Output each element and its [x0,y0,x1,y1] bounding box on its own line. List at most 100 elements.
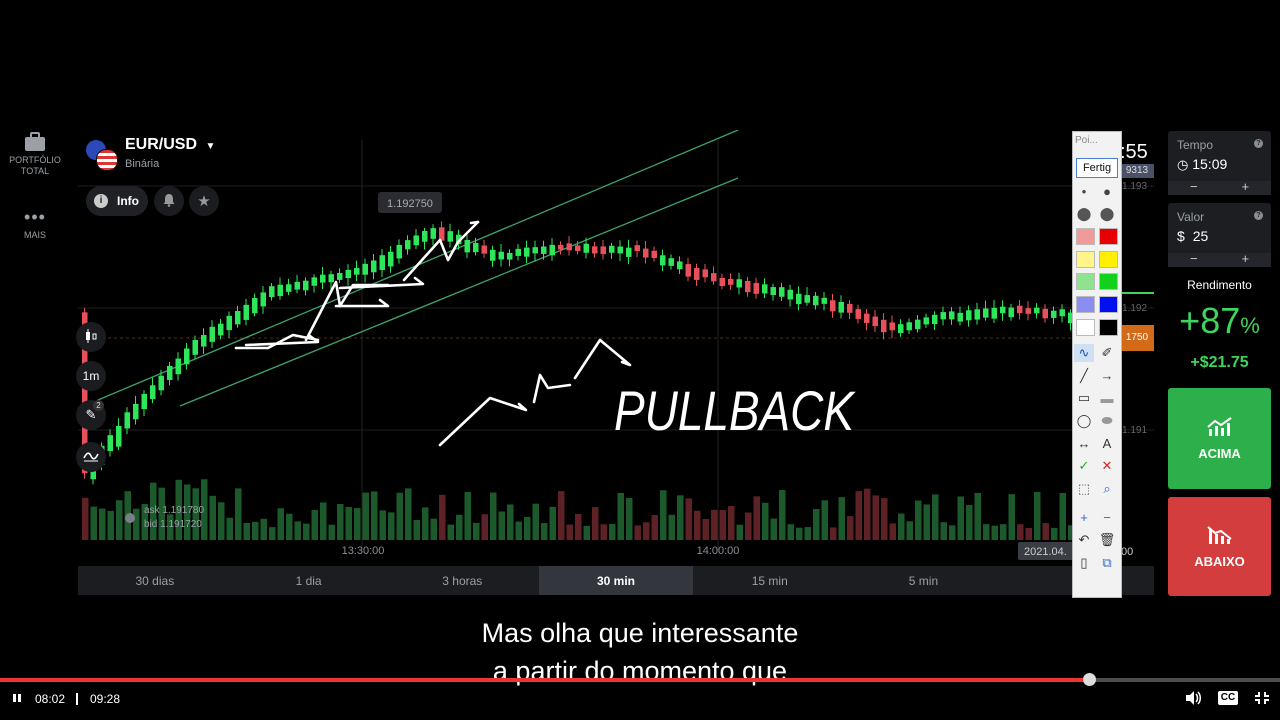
captions-icon[interactable]: CC [1218,691,1238,705]
plus-tool[interactable]: + [1074,508,1094,527]
time-value: 15:09 [1192,156,1228,172]
exit-fullscreen-icon[interactable] [1254,691,1270,710]
freehand-tool[interactable]: ∿ [1074,344,1094,363]
volume-bar [991,525,998,540]
copy-tool[interactable]: ⧉ [1097,553,1117,572]
ellipse-tool[interactable]: ◯ [1074,412,1094,430]
color-light-blue-tool[interactable] [1076,296,1095,313]
volume-bar [396,492,403,540]
help-icon[interactable]: ? [1254,211,1263,220]
color-yellow-tool[interactable] [1099,250,1118,268]
new-page-tool[interactable]: ▯ [1074,553,1094,572]
candle [218,323,224,336]
candle [1000,306,1006,314]
palette-done-button[interactable]: Fertig [1076,158,1118,178]
candle [481,245,487,254]
candle [668,258,674,266]
candle [524,247,530,257]
candle [932,314,938,325]
filled-ellipse-tool[interactable]: ⬬ [1097,412,1117,430]
yield-percent-sign: % [1240,313,1260,338]
value-plus-button[interactable]: + [1219,252,1271,267]
timeframe-3-hours[interactable]: 3 horas [385,566,539,595]
candle [286,284,292,292]
color-red-tool[interactable] [1099,228,1118,246]
check-tool[interactable]: ✓ [1074,457,1094,476]
candle [260,292,266,307]
select-tool[interactable]: ⬚ [1074,479,1094,498]
candle [303,280,309,291]
volume-bar [609,524,616,540]
timeframe-5-min[interactable]: 5 min [847,566,1001,595]
timeframe-30-min[interactable]: 30 min [539,566,693,595]
dot-large-tool[interactable]: ⬤ [1074,204,1094,223]
rectangle-tool[interactable]: ▭ [1074,389,1094,408]
minus-tool[interactable]: − [1097,508,1117,527]
color-light-green-tool[interactable] [1076,273,1095,291]
color-green-tool[interactable] [1099,273,1118,291]
color-light-red-tool[interactable] [1076,228,1095,246]
line-tool[interactable]: ╱ [1074,366,1094,385]
price-chart[interactable]: PULLBACK 1.192750 ask 1.191780 bid 1.191… [78,130,1154,562]
volume-bar [473,522,480,540]
trash-icon[interactable]: 🗑 [1097,531,1117,549]
sidebar-more-label: MAIS [23,230,46,240]
candle [388,251,394,267]
volume-bar [881,498,888,540]
volume-bar [651,514,658,540]
time-value-row[interactable]: ◷ 15:09 [1177,156,1227,173]
cross-tool[interactable]: ✕ [1097,457,1117,476]
sidebar-item-more[interactable]: ••• MAIS [0,208,70,241]
volume-series [82,479,1075,540]
candle [133,403,139,420]
dot-medium-tool[interactable]: ● [1097,182,1117,200]
candle [473,242,479,253]
timeframe-1-day[interactable]: 1 dia [232,566,386,595]
time-minus-button[interactable]: − [1168,180,1220,195]
pause-icon[interactable] [12,693,22,705]
undo-tool[interactable]: ↶ [1074,531,1094,549]
value-minus-button[interactable]: − [1168,252,1220,267]
color-white-tool[interactable] [1076,318,1095,336]
down-button[interactable]: ABAIXO [1168,497,1271,596]
chart-type-button[interactable] [76,322,106,352]
time-plus-button[interactable]: + [1219,180,1271,195]
volume-bar [940,522,947,540]
volume-bar [813,509,820,540]
dot-xlarge-tool[interactable]: ⬤ [1097,204,1117,223]
text-tool[interactable]: A [1097,434,1117,453]
timeframe-button[interactable]: 1m [76,361,106,391]
help-icon[interactable]: ? [1254,139,1263,148]
candle [515,248,521,256]
volume-bar [864,488,871,540]
axis-label-3: 1.191 [1122,425,1148,436]
double-arrow-tool[interactable]: ↔ [1074,434,1094,453]
drawing-tools-button[interactable]: ✎ 2 [76,400,106,430]
color-black-tool[interactable] [1099,318,1118,336]
dot-small-tool[interactable]: • [1074,182,1094,200]
volume-icon[interactable] [1184,690,1202,711]
volume-bar [685,498,692,540]
volume-bar [447,524,454,540]
volume-bar [957,496,964,540]
candle [575,245,581,252]
timeframe-15-min[interactable]: 15 min [693,566,847,595]
value-input[interactable]: $ 25 [1177,228,1208,244]
volume-bar [694,510,701,540]
color-light-yellow-tool[interactable] [1076,250,1095,268]
arrow-tool[interactable]: → [1097,366,1117,385]
filled-rectangle-tool[interactable]: ▬ [1097,389,1117,408]
video-progress-fill [0,678,1090,682]
indicators-button[interactable] [76,442,106,472]
eraser-tool[interactable]: ✐ [1097,344,1117,363]
volume-bar [600,524,607,540]
candle [898,324,904,334]
timeframe-30-days[interactable]: 30 dias [78,566,232,595]
up-button[interactable]: ACIMA [1168,388,1271,489]
zoom-tool[interactable]: ⌕ [1097,479,1117,498]
color-blue-tool[interactable] [1099,296,1118,313]
volume-bar [566,524,573,540]
palette-title: Poi... [1075,135,1098,146]
sidebar-item-portfolio[interactable]: PORTFÓLIO TOTAL [0,132,70,177]
video-progress-track[interactable] [0,673,1280,686]
